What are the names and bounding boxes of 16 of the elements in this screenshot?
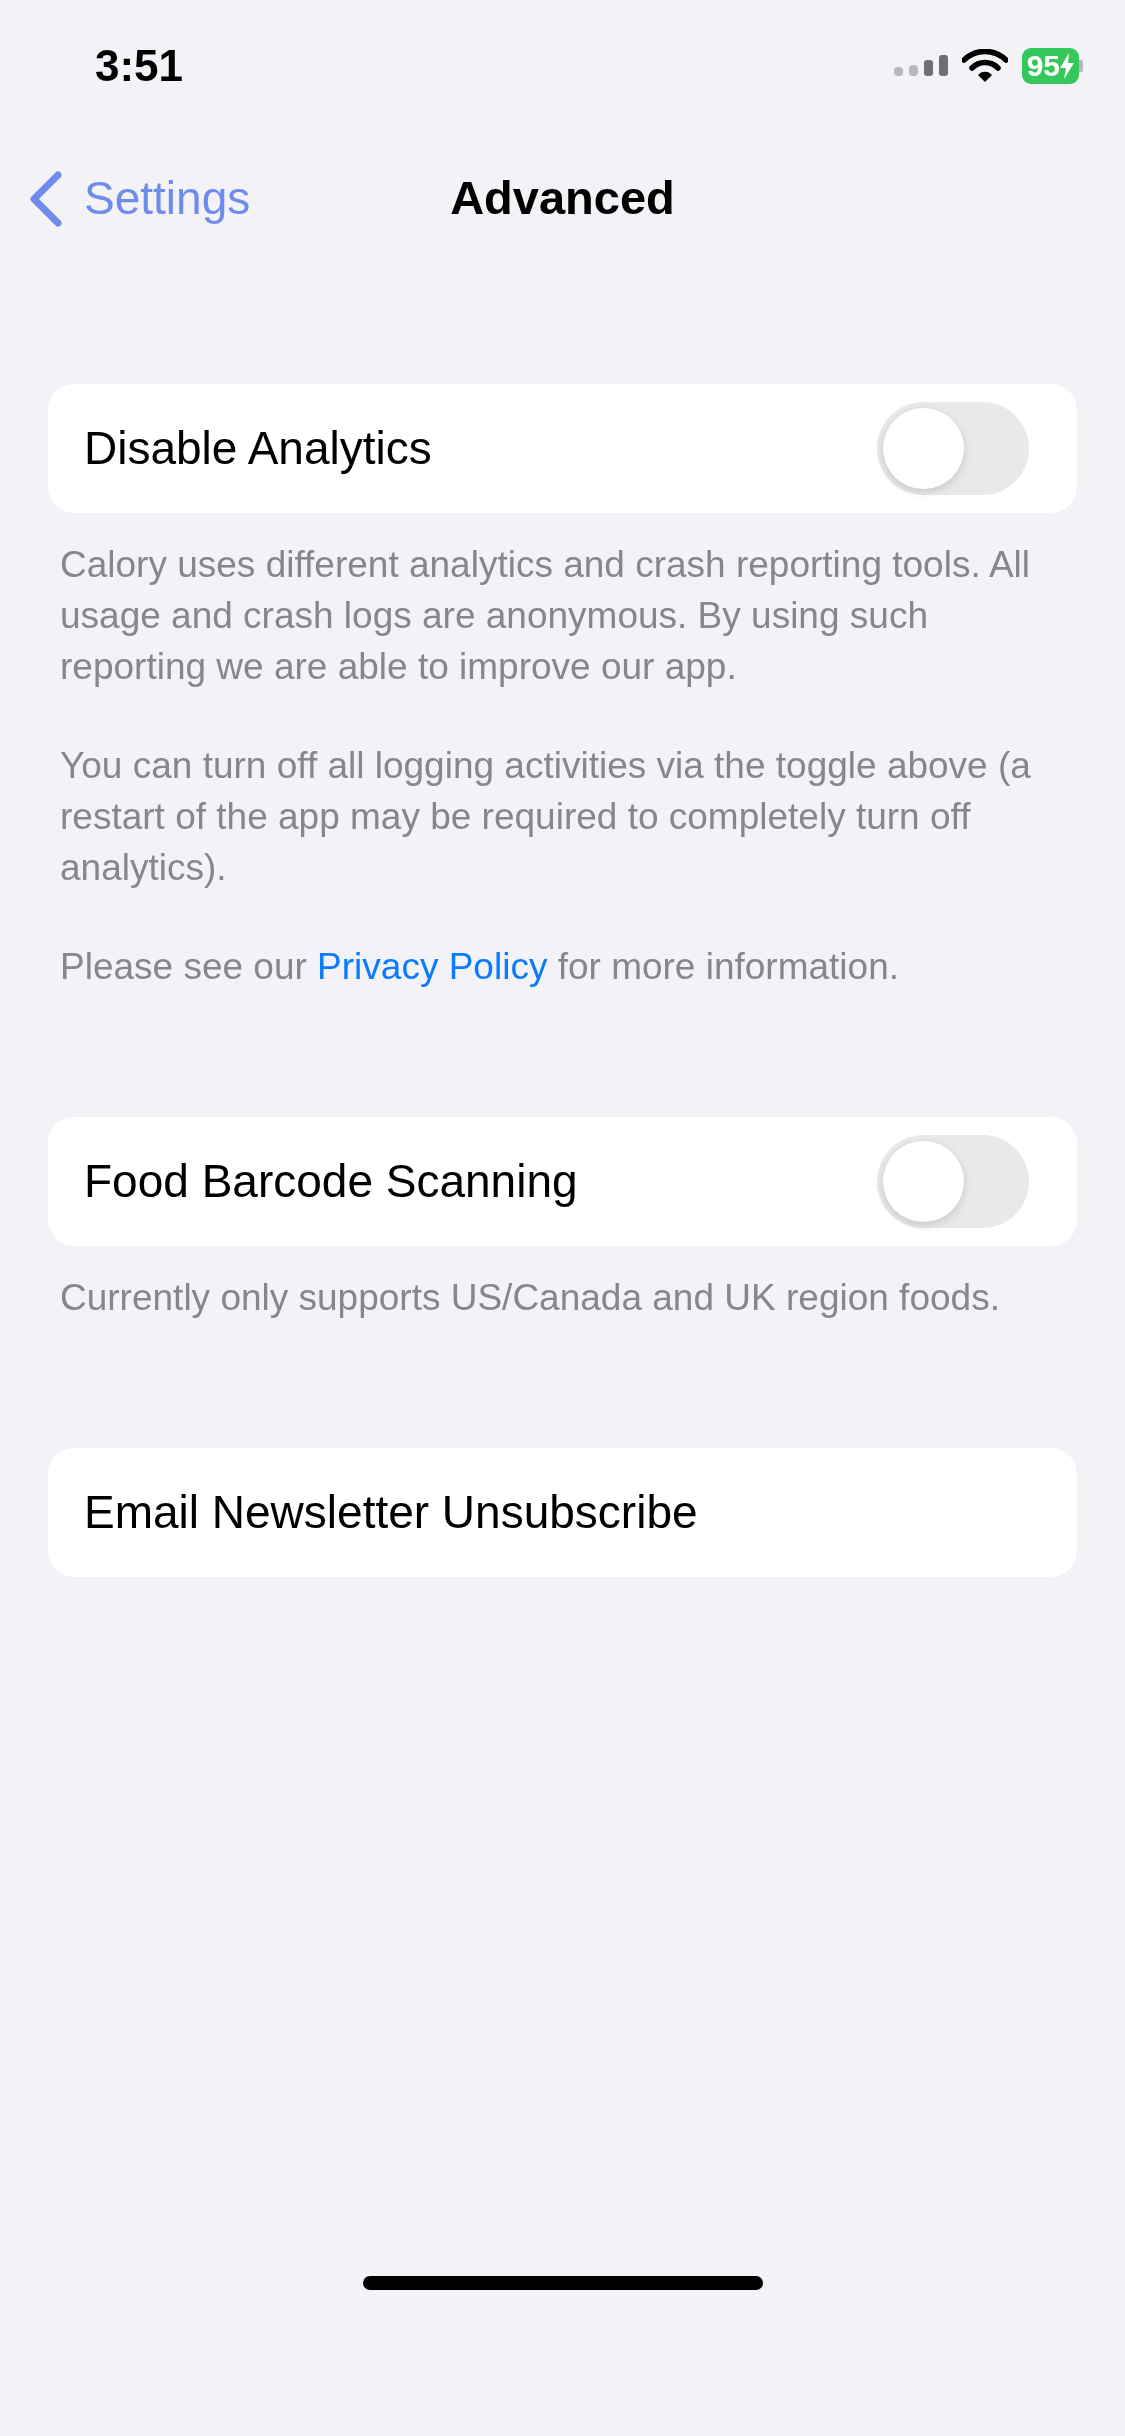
- privacy-policy-link[interactable]: Privacy Policy: [317, 946, 548, 987]
- footer-note: Please see our Privacy Policy for more information.: [60, 945, 901, 989]
- bolt-icon: [1060, 52, 1074, 79]
- footer-note: Calory uses different analytics and crash reporting tools. All usage and crash logs are anonymous. By using such reporting we are able to improve our app.: [60, 543, 1032, 689]
- wifi-icon: [961, 48, 1008, 83]
- footer-note: You can turn off all logging activities via the toggle above (a restart of the app may be required to completely turn off analytics).: [60, 744, 1032, 890]
- row-label: Disable Analytics: [84, 421, 432, 476]
- status-time: 3:51: [95, 39, 184, 92]
- back-button[interactable]: Settings: [0, 164, 251, 233]
- unsubscribe-button[interactable]: Email Newsletter Unsubscribe: [48, 1448, 1077, 1577]
- battery-level: 95: [1026, 48, 1060, 84]
- chevron-left-icon: [28, 170, 62, 227]
- row-label: Food Barcode Scanning: [84, 1154, 578, 1209]
- signal-icon: [893, 54, 948, 77]
- page-title: Advanced: [450, 170, 675, 227]
- footer-note: Currently only supports US/Canada and UK region foods.: [60, 1276, 1001, 1320]
